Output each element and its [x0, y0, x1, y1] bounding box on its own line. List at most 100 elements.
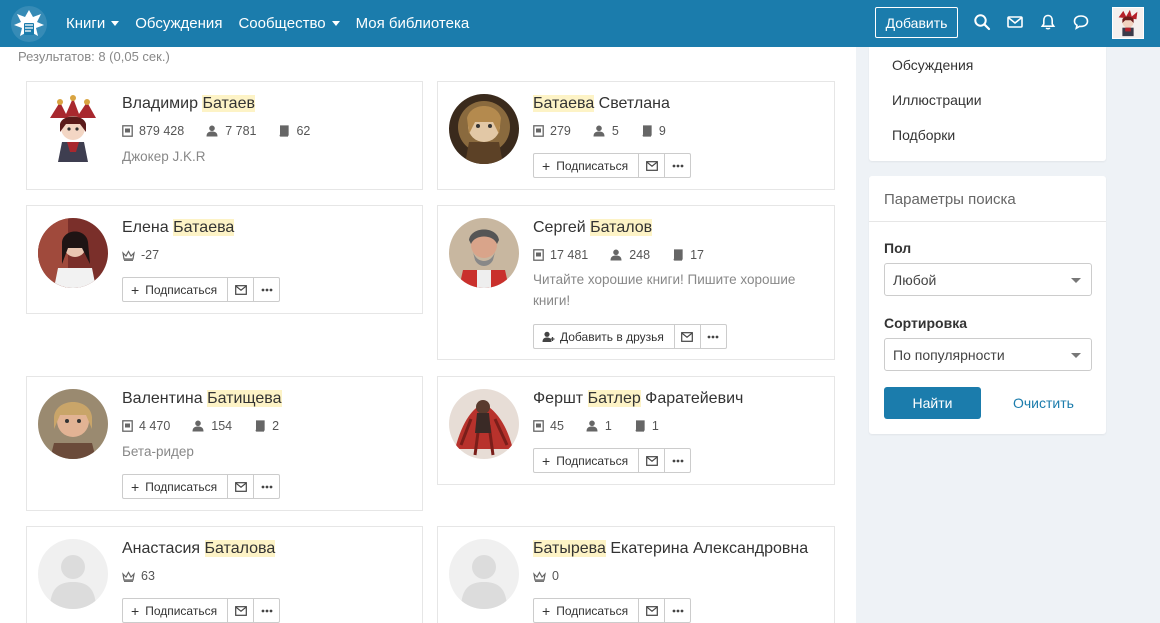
- plus-icon: +: [131, 602, 140, 619]
- user-avatar[interactable]: [38, 94, 108, 164]
- user-stats: 17 481 248 17: [533, 248, 726, 262]
- nav-my-library[interactable]: Моя библиотека: [356, 15, 470, 32]
- books-icon: [280, 125, 290, 137]
- followers-icon: [593, 125, 605, 137]
- user-card: Владимир Батаев 879 428 7 781 62 Джокер …: [26, 81, 423, 190]
- user-avatar[interactable]: [449, 389, 519, 459]
- message-button[interactable]: [227, 277, 255, 302]
- user-avatar[interactable]: [38, 218, 108, 288]
- stat-value: 1: [604, 419, 612, 433]
- user-name[interactable]: Фершт Батлер Фаратейевич: [533, 390, 743, 408]
- name-part: Анастасия: [122, 540, 205, 557]
- message-button[interactable]: [638, 448, 666, 473]
- chat-bubble-icon[interactable]: [1072, 13, 1090, 31]
- stat-followers: 1: [586, 419, 612, 433]
- followers-icon: [192, 420, 204, 432]
- user-name[interactable]: Елена Батаева: [122, 219, 235, 237]
- category-discussions[interactable]: Обсуждения: [892, 57, 973, 73]
- user-name[interactable]: Батырева Екатерина Александровна: [533, 540, 808, 558]
- user-stats: 0: [533, 569, 581, 583]
- name-highlight: Батаева: [173, 219, 235, 236]
- user-stats: 63: [122, 569, 177, 583]
- add-friend-label: Добавить в друзья: [560, 329, 664, 344]
- user-actions: + Подписаться: [122, 474, 281, 499]
- user-name[interactable]: Батаева Светлана: [533, 95, 670, 113]
- find-button[interactable]: Найти: [884, 387, 981, 419]
- book-icon: [533, 249, 544, 261]
- more-button[interactable]: [699, 324, 727, 349]
- stat-value: 248: [629, 248, 651, 262]
- chevron-down-icon: [331, 21, 340, 26]
- user-name[interactable]: Сергей Баталов: [533, 219, 653, 237]
- book-icon: [533, 125, 544, 137]
- stat-value: 17: [690, 248, 704, 262]
- search-icon[interactable]: [973, 13, 991, 31]
- followers-icon: [206, 125, 218, 137]
- nav-discussions[interactable]: Обсуждения: [135, 15, 222, 32]
- gender-select-value: Любой: [893, 272, 937, 288]
- more-button[interactable]: [253, 598, 281, 623]
- subscribe-button[interactable]: + Подписаться: [533, 598, 640, 623]
- subscribe-button[interactable]: + Подписаться: [533, 153, 640, 178]
- stat-books-read: 879 428: [122, 124, 184, 138]
- stat-value: -27: [141, 248, 160, 262]
- plus-icon: +: [131, 281, 140, 298]
- more-button[interactable]: [253, 277, 281, 302]
- add-friend-button[interactable]: Добавить в друзья: [533, 324, 675, 349]
- stat-rating: -27: [122, 248, 159, 262]
- message-button[interactable]: [638, 153, 666, 178]
- category-collections[interactable]: Подборки: [892, 127, 955, 143]
- user-name[interactable]: Владимир Батаев: [122, 95, 255, 113]
- stat-books-read: 4 470: [122, 419, 170, 433]
- plus-icon: +: [542, 157, 551, 174]
- user-avatar[interactable]: [38, 389, 108, 459]
- user-name[interactable]: Анастасия Баталова: [122, 540, 276, 558]
- stat-value: 154: [211, 419, 233, 433]
- user-actions: + Подписаться: [533, 448, 692, 473]
- subscribe-button[interactable]: + Подписаться: [122, 598, 229, 623]
- clear-link[interactable]: Очистить: [1013, 395, 1074, 411]
- subscribe-button[interactable]: + Подписаться: [533, 448, 640, 473]
- user-name[interactable]: Валентина Батищева: [122, 390, 282, 408]
- subscribe-button[interactable]: + Подписаться: [122, 277, 229, 302]
- add-button[interactable]: Добавить: [875, 7, 958, 38]
- subscribe-button[interactable]: + Подписаться: [122, 474, 229, 499]
- mail-icon: [645, 455, 658, 466]
- message-button[interactable]: [227, 598, 255, 623]
- nav-community[interactable]: Сообщество: [238, 15, 340, 32]
- site-logo-icon[interactable]: [10, 5, 48, 43]
- bell-icon[interactable]: [1039, 13, 1057, 31]
- nav-books[interactable]: Книги: [66, 15, 120, 32]
- user-avatar[interactable]: [449, 218, 519, 288]
- sort-label: Сортировка: [884, 315, 967, 331]
- more-button[interactable]: [664, 153, 692, 178]
- subscribe-label: Подписаться: [145, 479, 218, 494]
- mail-icon: [234, 481, 247, 492]
- stat-books: 2: [254, 419, 279, 433]
- more-button[interactable]: [664, 598, 692, 623]
- main-nav: Книги Обсуждения Сообщество Моя библиоте…: [66, 0, 485, 47]
- message-button[interactable]: [227, 474, 255, 499]
- default-avatar-icon[interactable]: [449, 539, 519, 609]
- sort-select[interactable]: По популярности: [884, 338, 1092, 371]
- user-avatar[interactable]: [449, 94, 519, 164]
- more-button[interactable]: [664, 448, 692, 473]
- more-dots-icon: [707, 335, 719, 338]
- stat-followers: 154: [192, 419, 232, 433]
- user-card: Валентина Батищева 4 470 154 2 Бета-риде…: [26, 376, 423, 511]
- message-button[interactable]: [673, 324, 701, 349]
- user-card: Батырева Екатерина Александровна 0 + Подп…: [437, 526, 835, 623]
- subscribe-label: Подписаться: [556, 603, 629, 618]
- default-avatar-icon[interactable]: [38, 539, 108, 609]
- chevron-down-icon: [1071, 278, 1081, 283]
- user-avatar[interactable]: [1112, 7, 1144, 39]
- message-button[interactable]: [638, 598, 666, 623]
- more-button[interactable]: [253, 474, 281, 499]
- mail-icon[interactable]: [1006, 13, 1024, 31]
- gender-select[interactable]: Любой: [884, 263, 1092, 296]
- category-illustrations[interactable]: Иллюстрации: [892, 92, 982, 108]
- books-icon: [673, 249, 683, 261]
- stat-value: 5: [611, 124, 619, 138]
- stat-value: 4 470: [139, 419, 171, 433]
- name-highlight: Батаева: [533, 95, 595, 112]
